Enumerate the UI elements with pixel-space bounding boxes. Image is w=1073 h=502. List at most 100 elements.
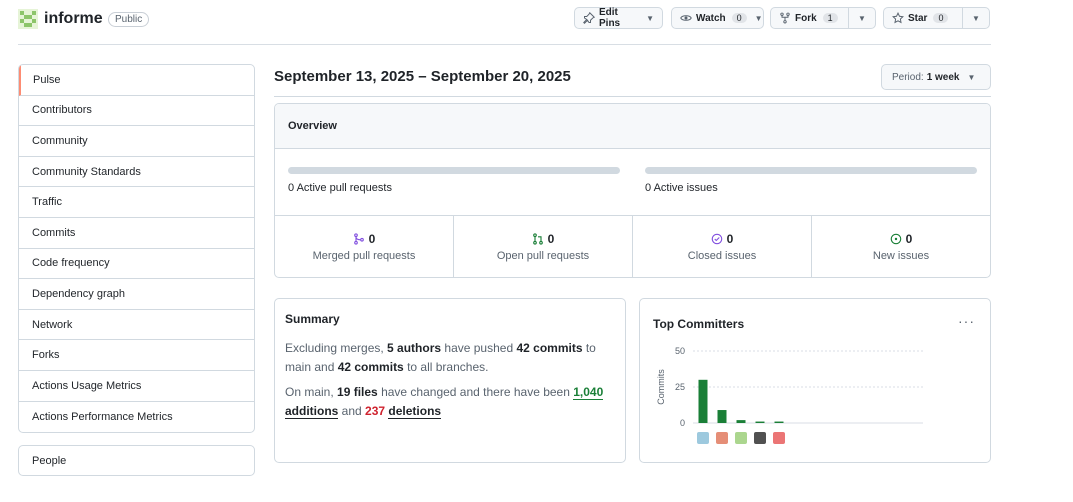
committer-avatar-icon — [735, 432, 747, 444]
top-committers-chart: Commits 50 25 0 — [656, 346, 923, 444]
additions-count-link[interactable]: 1,040 — [573, 385, 604, 400]
files-count: 19 files — [337, 385, 378, 399]
commits-all-count: 42 commits — [337, 360, 404, 374]
sidebar-item-label: Pulse — [33, 73, 61, 86]
period-value: 1 week — [926, 71, 960, 83]
bar — [774, 421, 784, 423]
star-count: 0 — [933, 13, 949, 23]
issue-closed-icon — [711, 233, 722, 245]
star-button[interactable]: Star 0 — [883, 7, 963, 29]
sidebar-item-pulse[interactable]: Pulse — [19, 65, 254, 96]
star-dropdown-button[interactable]: ▼ — [962, 7, 990, 29]
pull-request-icon — [532, 233, 543, 245]
chevron-down-icon: ▼ — [646, 13, 654, 23]
stat-value: 0 — [547, 232, 555, 246]
bar — [755, 421, 765, 423]
sidebar-item-actions-usage-metrics[interactable]: Actions Usage Metrics — [19, 371, 254, 402]
summary-text: Excluding merges, — [285, 341, 388, 355]
sidebar-item-actions-performance-metrics[interactable]: Actions Performance Metrics — [19, 402, 254, 433]
committer-avatar-icon — [697, 432, 709, 444]
sidebar-item-code-frequency[interactable]: Code frequency — [19, 249, 254, 280]
repo-name[interactable]: informe — [44, 10, 103, 28]
committer-avatar-icon — [773, 432, 785, 444]
sidebar-item-label: Actions Usage Metrics — [32, 379, 142, 392]
y-tick-label: 25 — [675, 382, 685, 392]
stat-label: Open pull requests — [496, 250, 590, 262]
y-axis-label: Commits — [656, 369, 666, 405]
sidebar-item-traffic[interactable]: Traffic — [19, 187, 254, 218]
sidebar-item-label: Commits — [32, 226, 76, 239]
y-tick-label: 0 — [680, 418, 685, 428]
sidebar-item-network[interactable]: Network — [19, 310, 254, 341]
sidebar-item-contributors[interactable]: Contributors — [19, 96, 254, 127]
summary-text: to all branches. — [403, 360, 489, 374]
bar — [736, 420, 746, 423]
kebab-menu-icon[interactable]: ··· — [958, 313, 975, 329]
summary-commits-text: Excluding merges, 5 authors have pushed … — [285, 339, 615, 377]
sidebar-item-dependency-graph[interactable]: Dependency graph — [19, 279, 254, 310]
stat-value: 0 — [726, 232, 734, 246]
summary-text: and — [338, 404, 366, 418]
insights-sidebar: Pulse Contributors Community Community S… — [18, 64, 255, 434]
chevron-down-icon: ▼ — [967, 72, 976, 82]
eye-icon — [680, 12, 692, 24]
stat-value: 0 — [905, 232, 913, 246]
active-issues-link[interactable]: 0 Active issues — [645, 182, 718, 194]
stat-value: 0 — [368, 232, 376, 246]
period-prefix: Period: — [892, 71, 924, 83]
sidebar-item-label: Dependency graph — [32, 287, 125, 300]
sidebar-item-label: Community — [32, 134, 88, 147]
summary-text: On main, — [285, 385, 338, 399]
star-icon — [892, 12, 904, 24]
overview-title: Overview — [275, 104, 990, 149]
page-title: September 13, 2025 – September 20, 2025 — [274, 68, 571, 85]
sidebar-item-people[interactable]: People — [18, 445, 255, 476]
pull-requests-progress-bar — [288, 167, 620, 174]
stat-label: Closed issues — [687, 250, 757, 262]
chevron-down-icon: ▼ — [754, 13, 763, 23]
watch-button[interactable]: Watch 0 ▼ — [671, 7, 764, 29]
authors-count: 5 authors — [387, 341, 442, 355]
top-committers-panel: Top Committers ··· Commits 50 25 0 — [639, 298, 991, 463]
sidebar-item-commits[interactable]: Commits — [19, 218, 254, 249]
sidebar-item-label: Code frequency — [32, 257, 110, 270]
issues-progress-bar — [645, 167, 977, 174]
sidebar-item-community-standards[interactable]: Community Standards — [19, 157, 254, 188]
edit-pins-label: Edit Pins — [599, 7, 621, 29]
sidebar-item-community[interactable]: Community — [19, 126, 254, 157]
sidebar-item-label: Actions Performance Metrics — [32, 410, 173, 423]
sidebar-item-label: Community Standards — [32, 165, 141, 178]
chevron-down-icon: ▼ — [858, 13, 866, 23]
stat-open-pull-requests[interactable]: 0 Open pull requests — [454, 216, 633, 277]
repo-header: informe Public Edit Pins ▼ Watch 0 ▼ For… — [18, 7, 991, 45]
bar — [698, 379, 708, 423]
stat-new-issues[interactable]: 0 New issues — [812, 216, 990, 277]
additions-link[interactable]: additions — [285, 404, 339, 419]
summary-title: Summary — [285, 312, 340, 326]
fork-dropdown-button[interactable]: ▼ — [848, 7, 876, 29]
merged-icon — [353, 233, 364, 245]
deletions-link[interactable]: deletions — [388, 404, 442, 419]
sidebar-item-forks[interactable]: Forks — [19, 340, 254, 371]
pin-icon — [583, 12, 595, 24]
stat-merged-pull-requests[interactable]: 0 Merged pull requests — [275, 216, 454, 277]
sidebar-item-label: Network — [32, 318, 73, 331]
active-pull-requests-link[interactable]: 0 Active pull requests — [288, 182, 392, 194]
y-tick-label: 50 — [675, 346, 685, 356]
deletions-count-link[interactable]: 237 — [365, 404, 385, 418]
stat-label: Merged pull requests — [312, 250, 416, 262]
divider — [274, 96, 991, 97]
fork-label: Fork — [795, 12, 817, 24]
fork-button[interactable]: Fork 1 — [770, 7, 849, 29]
edit-pins-button[interactable]: Edit Pins ▼ — [574, 7, 663, 29]
star-label: Star — [908, 12, 928, 24]
stat-label: New issues — [872, 250, 930, 262]
period-select[interactable]: Period: 1 week ▼ — [881, 64, 991, 90]
top-committers-title: Top Committers — [653, 317, 745, 331]
fork-icon — [779, 12, 791, 24]
stat-closed-issues[interactable]: 0 Closed issues — [633, 216, 812, 277]
summary-text: have pushed — [441, 341, 517, 355]
summary-text: have changed and there have been — [377, 385, 574, 399]
overview-activity-bars: 0 Active pull requests 0 Active issues — [275, 149, 990, 216]
committer-avatar-icon — [716, 432, 728, 444]
